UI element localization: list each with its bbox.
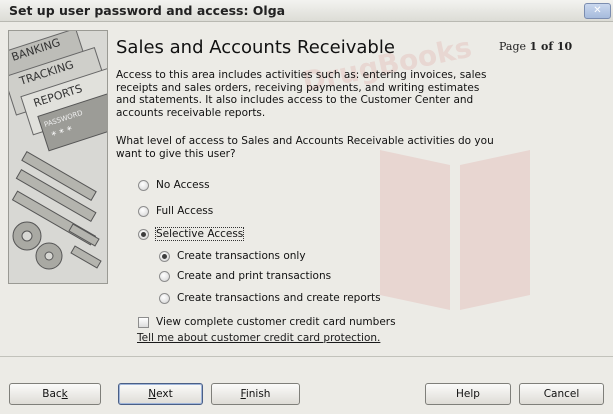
window-title: Set up user password and access: Olga (9, 3, 286, 18)
radio-label: Create transactions only (177, 250, 306, 262)
keys-and-folders-icon: BANKING TRACKING REPORTS PASSWORD * * * (9, 31, 107, 283)
security-illustration: BANKING TRACKING REPORTS PASSWORD * * * (8, 30, 108, 284)
page-title: Sales and Accounts Receivable (116, 37, 395, 58)
radio-create-and-reports[interactable]: Create transactions and create reports (159, 292, 381, 304)
page-indicator: Page 1 of 10 (499, 40, 572, 53)
finish-button[interactable]: Finish (211, 383, 300, 405)
next-button-label: Next (148, 388, 172, 400)
finish-button-label: Finish (241, 388, 271, 400)
checkbox-view-credit-card[interactable]: View complete customer credit card numbe… (138, 316, 396, 328)
back-button-label: Back (42, 388, 68, 400)
checkbox-label: View complete customer credit card numbe… (156, 316, 396, 328)
radio-label: No Access (156, 179, 210, 191)
help-button[interactable]: Help (425, 383, 511, 405)
page-indicator-prefix: Page (499, 40, 530, 53)
radio-button[interactable] (138, 179, 149, 191)
radio-button[interactable] (159, 270, 170, 282)
cancel-button-label: Cancel (543, 388, 580, 400)
radio-button-selected[interactable] (138, 228, 149, 240)
radio-label: Create and print transactions (177, 270, 332, 282)
credit-card-protection-link[interactable]: Tell me about customer credit card prote… (137, 332, 380, 344)
close-icon: ✕ (593, 5, 602, 16)
next-label-post: ext (156, 388, 173, 400)
radio-label: Create transactions and create reports (177, 292, 381, 304)
back-label-mnemonic: k (61, 388, 68, 400)
access-question: What level of access to Sales and Accoun… (116, 135, 494, 160)
finish-label-post: inish (245, 388, 271, 400)
radio-create-transactions-only[interactable]: Create transactions only (159, 250, 306, 262)
page-indicator-value: 1 of 10 (529, 40, 573, 53)
checkbox[interactable] (138, 316, 149, 328)
radio-label: Full Access (156, 205, 214, 217)
cancel-button[interactable]: Cancel (519, 383, 604, 405)
radio-label: Selective Access (154, 227, 245, 241)
help-button-label: Help (456, 388, 480, 400)
radio-button-selected[interactable] (159, 250, 170, 262)
radio-create-and-print[interactable]: Create and print transactions (159, 270, 331, 282)
next-button[interactable]: Next (118, 383, 203, 405)
radio-selective-access[interactable]: Selective Access (138, 227, 245, 241)
back-button[interactable]: Back (9, 383, 101, 405)
close-button[interactable]: ✕ (584, 3, 611, 19)
back-label-pre: Bac (42, 388, 62, 400)
radio-no-access[interactable]: No Access (138, 179, 210, 191)
radio-button[interactable] (138, 205, 149, 217)
section-description: Access to this area includes activities … (116, 69, 487, 119)
radio-full-access[interactable]: Full Access (138, 205, 213, 217)
footer-divider (0, 356, 613, 357)
radio-button[interactable] (159, 292, 170, 304)
next-label-mnemonic: N (148, 388, 157, 400)
